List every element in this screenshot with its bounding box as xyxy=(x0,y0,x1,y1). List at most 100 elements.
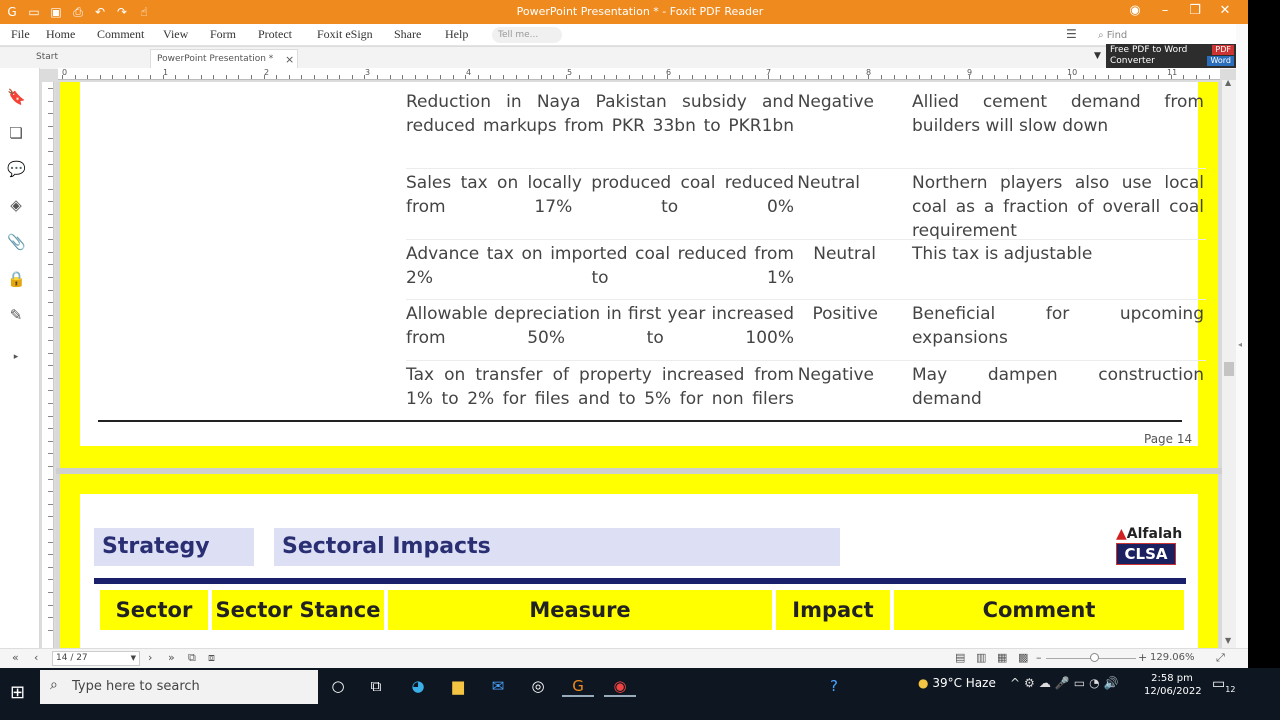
vertical-ruler xyxy=(42,82,54,648)
bookmark-icon[interactable]: 🔖 xyxy=(7,88,26,106)
measure-cell: Advance tax on imported coal reduced fro… xyxy=(406,244,794,288)
menu-comment[interactable]: Comment xyxy=(97,27,144,42)
impact-cell: Negative xyxy=(797,365,874,385)
ruler-tick xyxy=(48,227,53,228)
page-number-input[interactable]: 14 / 27 ▼ xyxy=(52,651,140,666)
ruler-tick xyxy=(226,75,227,79)
ruler-tick xyxy=(1083,75,1084,79)
menu-view[interactable]: View xyxy=(163,27,188,42)
cortana-icon[interactable]: ○ xyxy=(322,675,354,697)
tab-document[interactable]: PowerPoint Presentation * × xyxy=(150,49,298,69)
fullscreen-icon[interactable]: ⤢ xyxy=(1216,651,1225,665)
minimize-icon[interactable]: – xyxy=(1150,3,1180,18)
scroll-down-icon[interactable]: ▼ xyxy=(1225,636,1231,645)
menu-protect[interactable]: Protect xyxy=(258,27,292,42)
mail-icon[interactable]: ✉ xyxy=(482,675,514,697)
account-icon[interactable]: ◉ xyxy=(1120,3,1150,18)
ruler-tick xyxy=(48,504,53,505)
last-page-icon[interactable]: » xyxy=(168,651,175,664)
restore-icon[interactable]: ❐ xyxy=(1180,3,1210,18)
edge-icon[interactable]: ◕ xyxy=(402,675,434,697)
search-options-icon[interactable]: ☰ xyxy=(1066,27,1077,41)
weather-widget[interactable]: ● 39°C Haze xyxy=(918,676,996,690)
file-explorer-icon[interactable]: ▆ xyxy=(442,675,474,697)
menu-share[interactable]: Share xyxy=(394,27,421,42)
tell-me-input[interactable]: Tell me... xyxy=(492,27,562,43)
facing-page-icon[interactable]: ▦ xyxy=(997,651,1007,664)
tab-start[interactable]: Start xyxy=(36,52,58,62)
lock-icon[interactable]: 🔒 xyxy=(7,270,26,288)
find-placeholder: Find xyxy=(1106,30,1128,41)
ruler-tick xyxy=(654,75,655,79)
measure-cell: Reduction in Naya Pakistan subsidy and r… xyxy=(406,92,794,136)
first-page-icon[interactable]: « xyxy=(12,651,19,664)
layers-icon[interactable]: ◈ xyxy=(7,196,25,214)
comments-icon[interactable]: 💬 xyxy=(7,160,26,178)
single-page-icon[interactable]: ▤ xyxy=(955,651,965,664)
scroll-up-icon[interactable]: ▲ xyxy=(1225,78,1231,87)
menu-foxit-esign[interactable]: Foxit eSign xyxy=(317,27,373,42)
taskbar-search[interactable]: ⌕ Type here to search xyxy=(40,670,318,704)
system-clock[interactable]: 2:58 pm 12/06/2022 xyxy=(1144,672,1202,698)
continuous-page-icon[interactable]: ▥ xyxy=(976,651,986,664)
next-page-icon[interactable]: › xyxy=(148,651,152,664)
tab-close-icon[interactable]: × xyxy=(285,53,294,66)
menu-form[interactable]: Form xyxy=(210,27,236,42)
ruler-tick xyxy=(48,491,53,492)
windows-start-icon[interactable]: ⊞ xyxy=(10,682,25,703)
ruler-tick xyxy=(579,75,580,79)
ruler-tick xyxy=(75,75,76,79)
vertical-scrollbar[interactable]: ▲ ▼ xyxy=(1222,78,1236,648)
ruler-tick xyxy=(1133,75,1134,79)
comment-cell: This tax is adjustable xyxy=(912,244,1093,264)
task-view-icon[interactable]: ⧉ xyxy=(360,675,392,697)
horizontal-ruler: 0 1 2 3 4 5 6 7 8 9 10 11 xyxy=(58,68,1220,80)
find-input[interactable]: ⌕ Find xyxy=(1098,27,1226,44)
continuous-facing-icon[interactable]: ▩ xyxy=(1018,651,1028,664)
document-viewport[interactable]: Reduction in Naya Pakistan subsidy and r… xyxy=(56,82,1222,648)
tab-dropdown-icon[interactable]: ▼ xyxy=(1094,51,1101,61)
menu-home[interactable]: Home xyxy=(46,27,75,42)
ad-banner[interactable]: Free PDF to Word Converter PDF Word xyxy=(1106,44,1236,68)
ruler-tick xyxy=(48,516,53,517)
scroll-thumb[interactable] xyxy=(1224,362,1234,376)
signature-icon[interactable]: ✎ xyxy=(7,306,25,324)
ruler-tick xyxy=(48,554,53,555)
ruler-tick xyxy=(48,302,53,303)
zoom-level[interactable]: 129.06% xyxy=(1150,652,1195,663)
ruler-tick xyxy=(48,201,53,202)
help-icon[interactable]: ? xyxy=(818,675,850,697)
pages-icon[interactable]: ❏ xyxy=(7,124,25,142)
prev-page-icon[interactable]: ‹ xyxy=(34,651,38,664)
ruler-tick xyxy=(667,75,668,79)
reflow-icon[interactable]: ⧈ xyxy=(208,651,215,665)
ruler-tick xyxy=(48,327,53,328)
ruler-tick xyxy=(919,75,920,79)
ruler-tick xyxy=(163,75,164,79)
ruler-tick xyxy=(503,75,504,79)
search-icon: ⌕ xyxy=(50,677,58,693)
menu-file[interactable]: File xyxy=(11,27,30,42)
zoom-out-icon[interactable]: – xyxy=(1036,651,1042,664)
app-icon[interactable]: ◎ xyxy=(522,675,554,697)
notifications-icon[interactable]: ▭12 xyxy=(1212,676,1235,694)
sectoral-impacts-heading: Sectoral Impacts xyxy=(274,528,840,566)
system-tray-icons[interactable]: ^⚙☁🎤▭◔🔊 xyxy=(1010,676,1123,690)
row-divider xyxy=(406,239,1206,240)
ruler-tick xyxy=(868,75,869,79)
collapse-right-icon[interactable]: ◂ xyxy=(1238,340,1242,349)
expand-panel-icon[interactable]: ▸ xyxy=(7,348,25,366)
zoom-in-icon[interactable]: + xyxy=(1138,651,1147,664)
ruler-tick xyxy=(390,75,391,79)
foxit-taskbar-icon[interactable]: G xyxy=(562,675,594,697)
ruler-tick xyxy=(402,75,403,79)
comment-cell: Northern players also use local coal as … xyxy=(912,173,1204,241)
close-icon[interactable]: ✕ xyxy=(1210,3,1240,18)
fit-page-icon[interactable]: ⧉ xyxy=(188,651,196,665)
recorder-taskbar-icon[interactable]: ◉ xyxy=(604,675,636,697)
menu-help[interactable]: Help xyxy=(445,27,468,42)
right-panel-toggle[interactable]: ◂ xyxy=(1236,24,1248,668)
ruler-tick xyxy=(48,529,53,530)
zoom-slider-thumb[interactable] xyxy=(1090,653,1099,662)
attachment-icon[interactable]: 📎 xyxy=(7,233,26,251)
